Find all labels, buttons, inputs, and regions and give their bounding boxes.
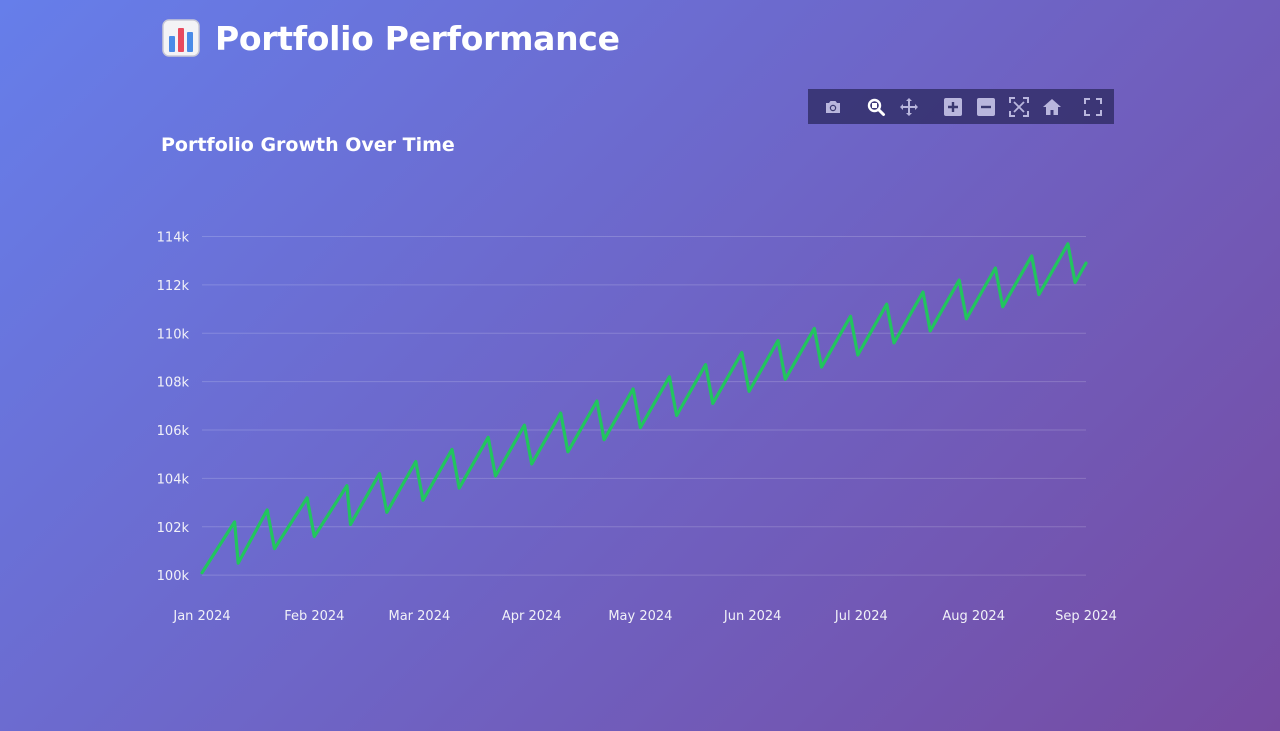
y-tick-label: 114k — [157, 231, 190, 246]
x-tick-label: Feb 2024 — [284, 609, 344, 624]
series-line[interactable] — [200, 242, 1088, 575]
x-tick-label: Jun 2024 — [723, 609, 782, 624]
x-tick-label: Jan 2024 — [172, 609, 230, 624]
x-tick-label: May 2024 — [608, 609, 672, 624]
x-tick-label: Apr 2024 — [502, 609, 562, 624]
x-tick-label: Mar 2024 — [389, 609, 451, 624]
y-tick-label: 100k — [157, 569, 190, 584]
y-tick-label: 106k — [157, 424, 190, 439]
y-tick-label: 102k — [157, 521, 190, 536]
x-tick-label: Aug 2024 — [942, 609, 1005, 624]
x-tick-label: Jul 2024 — [834, 609, 888, 624]
chart-plot[interactable]: 100k 102k 104k 106k 108k 110k 112k 114k Jan 202… — [0, 0, 1280, 731]
x-tick-label: Sep 2024 — [1055, 609, 1117, 624]
y-tick-label: 110k — [157, 327, 190, 342]
y-tick-label: 104k — [157, 472, 190, 487]
y-tick-label: 112k — [157, 279, 190, 294]
y-tick-label: 108k — [157, 376, 190, 391]
